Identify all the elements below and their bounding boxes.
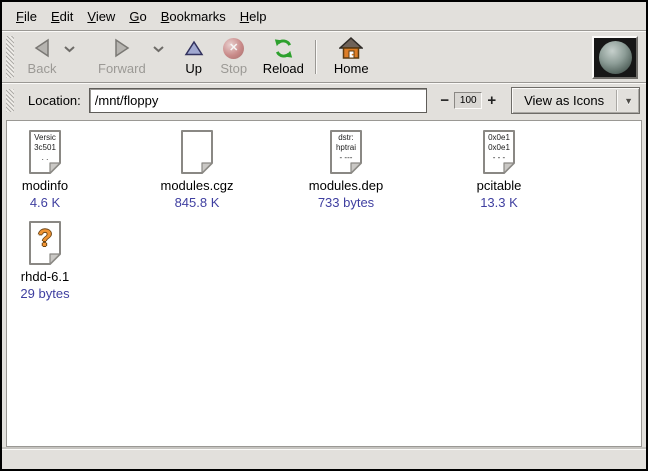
home-label: Home [334,61,369,76]
throbber-orb-icon [599,41,632,74]
reload-label: Reload [263,61,304,76]
zoom-in-button[interactable]: + [483,92,500,109]
reload-icon [272,36,295,60]
forward-icon [113,36,131,60]
file-preview-text: 0x0e10x0e1- - - [480,133,518,163]
back-icon [33,36,51,60]
location-input[interactable] [89,88,428,113]
file-item-rhdd[interactable]: ? rhdd-6.1 29 bytes [7,220,83,301]
menu-go[interactable]: Go [122,5,153,28]
forward-label: Forward [98,61,146,76]
menu-bookmarks[interactable]: Bookmarks [154,5,233,28]
location-label: Location: [28,93,81,108]
text-file-icon: 0x0e10x0e1- - - [480,129,518,175]
home-icon [339,36,363,60]
unknown-file-icon: ? [26,220,64,266]
file-name: pcitable [477,178,522,193]
view-mode-dropdown[interactable]: View as Icons ▼ [511,87,640,114]
question-mark-icon: ? [26,226,64,252]
stop-button[interactable]: ✕ Stop [212,34,256,80]
file-name: modules.cgz [161,178,234,193]
file-preview-text: dstr:hptrai- --- [327,133,365,163]
file-size: 733 bytes [318,195,374,210]
stop-label: Stop [220,61,247,76]
location-bar: Location: − 100 + View as Icons ▼ [2,84,646,117]
menu-help[interactable]: Help [233,5,274,28]
back-label: Back [28,61,57,76]
reload-button[interactable]: Reload [256,34,311,80]
stop-icon: ✕ [223,36,244,60]
file-size: 13.3 K [480,195,518,210]
menu-view[interactable]: View [80,5,122,28]
text-file-icon: dstr:hptrai- --- [327,129,365,175]
up-icon [184,36,204,60]
menubar: File Edit View Go Bookmarks Help [2,2,646,30]
file-preview-text: Versic3c501. . [26,133,64,163]
file-item-modinfo[interactable]: Versic3c501. . modinfo 4.6 K [7,129,83,210]
toolbar: Back Forward Up ✕ Stop [2,32,646,82]
file-name: rhdd-6.1 [21,269,69,284]
back-history-dropdown-icon[interactable] [64,46,75,53]
menu-edit[interactable]: Edit [44,5,80,28]
file-item-modules-dep[interactable]: dstr:hptrai- --- modules.dep 733 bytes [296,129,396,210]
file-item-pcitable[interactable]: 0x0e10x0e1- - - pcitable 13.3 K [449,129,549,210]
file-size: 4.6 K [30,195,60,210]
view-mode-label: View as Icons [524,93,616,108]
status-bar [2,449,646,469]
document-icon [178,129,216,175]
content-area[interactable]: Versic3c501. . modinfo 4.6 K modules.cgz… [6,120,642,447]
forward-button[interactable]: Forward [91,34,153,80]
toolbar-drag-handle[interactable] [6,36,14,78]
menu-file[interactable]: File [9,5,44,28]
back-button[interactable]: Back [20,34,64,80]
file-item-modules-cgz[interactable]: modules.cgz 845.8 K [142,129,252,210]
file-size: 29 bytes [20,286,69,301]
file-name: modinfo [22,178,68,193]
throbber [592,36,638,79]
forward-history-dropdown-icon[interactable] [153,46,164,53]
file-name: modules.dep [309,178,383,193]
zoom-out-button[interactable]: − [436,92,453,109]
up-button[interactable]: Up [176,34,212,80]
home-button[interactable]: Home [327,34,376,80]
toolbar-separator [315,40,317,74]
file-manager-window: File Edit View Go Bookmarks Help Back Fo… [0,0,648,471]
file-size: 845.8 K [175,195,220,210]
location-bar-drag-handle[interactable] [6,89,14,112]
zoom-level-indicator[interactable]: 100 [454,92,482,109]
up-label: Up [185,61,202,76]
separator [616,90,618,111]
text-file-icon: Versic3c501. . [26,129,64,175]
